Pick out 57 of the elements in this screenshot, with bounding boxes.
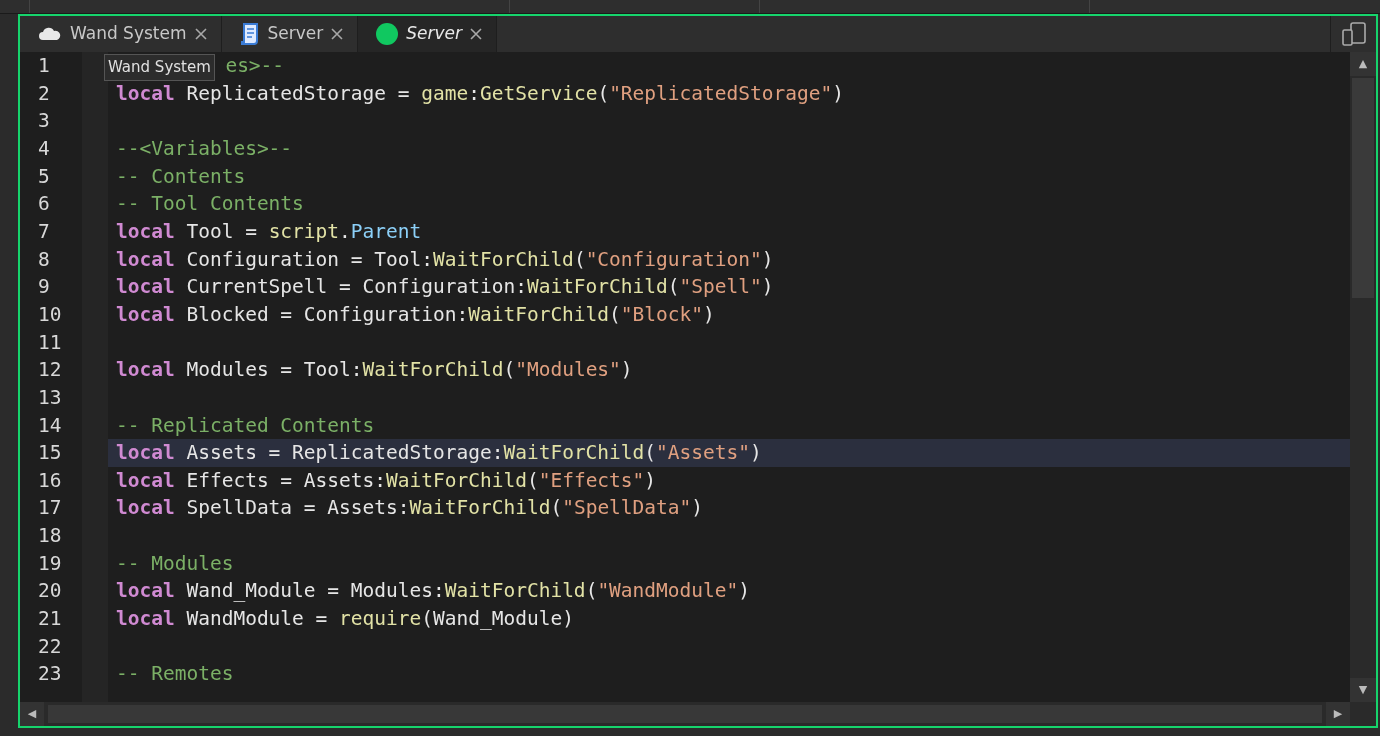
line-number: 6 xyxy=(38,191,50,218)
code-line: local WandModule = require(Wand_Module) xyxy=(116,606,574,632)
line-number: 7 xyxy=(38,219,50,246)
device-icon[interactable] xyxy=(1341,22,1366,46)
cloud-icon xyxy=(38,27,62,41)
line-number: 23 xyxy=(38,661,62,688)
code-line: local Tool = script.Parent xyxy=(116,219,422,246)
code-line: --<Variables>-- xyxy=(116,136,293,163)
line-number: 12 xyxy=(38,357,62,384)
code-line: -- Remotes xyxy=(116,661,234,688)
line-number: 11 xyxy=(38,329,62,356)
line-number: 13 xyxy=(38,384,62,411)
code-line: local Wand_Module = Modules:WaitForChild("WandModule") xyxy=(116,578,750,605)
code-line: local Effects = Assets:WaitForChild("Effects") xyxy=(116,467,657,494)
close-icon[interactable] xyxy=(194,28,207,40)
line-number: 16 xyxy=(38,467,62,494)
line-number: 19 xyxy=(38,550,62,577)
tab-label: Server xyxy=(267,22,324,46)
line-number: 9 xyxy=(38,274,50,301)
line-number: 15 xyxy=(38,440,62,467)
code-line: -- Contents xyxy=(116,163,246,190)
code-line: -- Tool Contents xyxy=(116,191,304,218)
code-line: local SpellData = Assets:WaitForChild("SpellData") xyxy=(116,495,704,522)
code-line: local CurrentSpell = Configuration:WaitForChild("Spell") xyxy=(116,274,774,301)
editor-tab[interactable]: Server xyxy=(358,16,497,52)
scroll-left-button[interactable]: ◀ xyxy=(20,702,44,726)
line-number: 17 xyxy=(38,495,62,522)
line-number: 14 xyxy=(38,412,62,439)
line-number: 8 xyxy=(38,246,50,273)
line-number: 5 xyxy=(38,163,50,190)
line-number: 10 xyxy=(38,301,62,328)
scroll-icon xyxy=(239,22,260,46)
tab-label: Wand System xyxy=(70,22,187,46)
line-number: 22 xyxy=(38,633,62,660)
line-number: 20 xyxy=(38,578,62,605)
code-line: local Blocked = Configuration:WaitForChild("Block") xyxy=(116,301,715,328)
line-number: 2 xyxy=(38,80,50,107)
code-line: local Configuration = Tool:WaitForChild("Configuration") xyxy=(116,246,774,273)
status-dot-icon xyxy=(376,23,399,45)
close-icon[interactable] xyxy=(331,28,344,40)
line-number: 18 xyxy=(38,523,62,550)
code-line: es>-- xyxy=(225,53,285,80)
tab-label: Server xyxy=(406,22,462,46)
scroll-right-button[interactable]: ▶ xyxy=(1326,702,1350,726)
scroll-down-button[interactable]: ▼ xyxy=(1350,678,1376,702)
line-number: 1 xyxy=(38,53,50,80)
tooltip: Wand System xyxy=(104,54,215,81)
code-line: -- Replicated Contents xyxy=(116,412,375,439)
code-line: -- Modules xyxy=(116,550,234,577)
code-line: local Assets = ReplicatedStorage:WaitForChild("Assets") xyxy=(116,440,762,467)
line-number: 4 xyxy=(38,136,50,163)
scroll-up-button[interactable]: ▲ xyxy=(1350,52,1376,76)
line-number: 21 xyxy=(38,606,62,632)
close-icon[interactable] xyxy=(470,28,482,40)
line-number: 3 xyxy=(38,108,50,135)
code-line: local Modules = Tool:WaitForChild("Modules") xyxy=(116,357,633,384)
code-line: local ReplicatedStorage = game:GetService("ReplicatedStorage") xyxy=(116,80,844,107)
